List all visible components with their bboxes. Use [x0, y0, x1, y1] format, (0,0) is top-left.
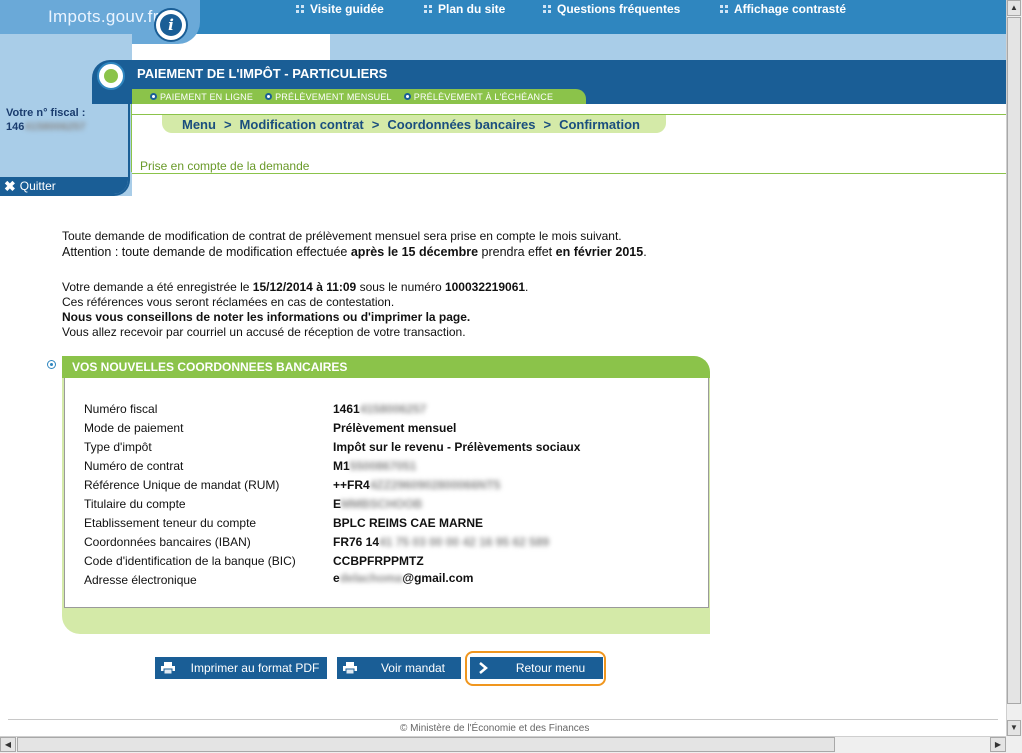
- row-label-rum: Référence Unique de mandat (RUM): [84, 478, 280, 492]
- message-line-3: Votre demande a été enregistrée le 15/12…: [62, 280, 529, 294]
- printer-icon: [161, 661, 175, 675]
- row-value-numero-contrat: M15500867051: [333, 459, 417, 473]
- section-bullet-icon: [47, 360, 56, 369]
- breadcrumb-menu[interactable]: Menu: [182, 117, 216, 132]
- link-questions-frequentes[interactable]: Questions fréquentes: [543, 2, 680, 16]
- content-left-rule: [131, 104, 132, 172]
- message-line-6: Vous allez recevoir par courriel un accu…: [62, 325, 466, 339]
- title-bullet-icon: [97, 62, 125, 90]
- scroll-up-arrow-icon[interactable]: ▲: [1007, 0, 1021, 16]
- scroll-left-arrow-icon[interactable]: ◀: [0, 737, 16, 752]
- vertical-scroll-thumb[interactable]: [1007, 17, 1021, 704]
- dots-icon: [424, 5, 432, 13]
- dots-icon: [720, 5, 728, 13]
- message-line-2: Attention : toute demande de modificatio…: [62, 245, 647, 259]
- row-label-bic: Code d'identification de la banque (BIC): [84, 554, 296, 568]
- link-plan-du-site[interactable]: Plan du site: [424, 2, 505, 16]
- breadcrumb-separator: >: [543, 116, 552, 132]
- breadcrumb: Menu > Modification contrat > Coordonnée…: [162, 115, 666, 133]
- bullet-icon: [403, 93, 411, 100]
- status-line: Prise en compte de la demande: [140, 159, 310, 173]
- link-affichage-contraste[interactable]: Affichage contrasté: [720, 2, 846, 16]
- horizontal-scroll-thumb[interactable]: [17, 737, 835, 752]
- dots-icon: [543, 5, 551, 13]
- row-value-etablissement: BPLC REIMS CAE MARNE: [333, 516, 484, 530]
- back-menu-button-label: Retour menu: [515, 661, 586, 675]
- bank-details-card-title: VOS NOUVELLES COORDONNEES BANCAIRES: [62, 356, 710, 378]
- row-label-iban: Coordonnées bancaires (IBAN): [84, 535, 251, 549]
- info-logo-icon[interactable]: i: [154, 8, 188, 42]
- page-title: PAIEMENT DE L'IMPÔT - PARTICULIERS: [137, 66, 388, 81]
- fiscal-number-value: 1464158006257: [6, 121, 86, 133]
- row-value-mode-paiement: Prélèvement mensuel: [333, 421, 457, 435]
- view-mandate-button[interactable]: Voir mandat: [337, 657, 461, 679]
- link-questions-frequentes-label: Questions fréquentes: [557, 2, 681, 16]
- view-mandate-button-label: Voir mandat: [380, 661, 446, 675]
- bullet-icon: [150, 93, 157, 100]
- row-label-numero-contrat: Numéro de contrat: [84, 459, 184, 473]
- breadcrumb-coordonnees-bancaires[interactable]: Coordonnées bancaires: [387, 117, 535, 132]
- row-label-type-impot: Type d'impôt: [84, 440, 152, 454]
- print-pdf-button-label: Imprimer au format PDF: [190, 661, 320, 675]
- subnav-paiement-en-ligne-label: PAIEMENT EN LIGNE: [160, 91, 254, 102]
- scroll-down-arrow-icon[interactable]: ▼: [1007, 720, 1021, 736]
- row-value-email: edelachoma@gmail.com: [333, 571, 474, 585]
- breadcrumb-separator: >: [371, 116, 380, 132]
- row-value-iban: FR76 1441 75 03 00 00 42 16 95 62 589: [333, 535, 550, 549]
- close-icon: ✖: [4, 177, 16, 194]
- row-value-numero-fiscal: 14614158006257: [333, 402, 427, 416]
- link-visite-guidee[interactable]: Visite guidée: [296, 2, 384, 16]
- row-value-type-impot: Impôt sur le revenu - Prélèvements socia…: [333, 440, 581, 454]
- breadcrumb-modification-contrat[interactable]: Modification contrat: [240, 117, 364, 132]
- back-menu-button[interactable]: Retour menu: [470, 657, 603, 679]
- message-line-5: Nous vous conseillons de noter les infor…: [62, 310, 471, 324]
- subnav-prelevement-mensuel-label: PRÉLÈVEMENT MENSUEL: [275, 91, 392, 102]
- bullet-icon: [265, 93, 273, 100]
- subnav-prelevement-echeance-label: PRÉLÈVEMENT À L'ÉCHÉANCE: [413, 91, 554, 102]
- message-line-1: Toute demande de modification de contrat…: [62, 229, 622, 243]
- site-logo-text[interactable]: Impots.gouv.fr: [48, 7, 159, 27]
- quit-button-label: Quitter: [19, 178, 56, 193]
- link-visite-guidee-label: Visite guidée: [310, 2, 384, 16]
- dots-icon: [296, 5, 304, 13]
- chevron-right-icon: [476, 661, 490, 675]
- status-divider: [132, 173, 1006, 174]
- scroll-right-arrow-icon[interactable]: ▶: [990, 737, 1006, 752]
- breadcrumb-confirmation: Confirmation: [559, 116, 640, 132]
- subnav-prelevement-echeance[interactable]: PRÉLÈVEMENT À L'ÉCHÉANCE: [403, 91, 554, 102]
- quit-button[interactable]: ✖ Quitter: [0, 177, 128, 194]
- row-label-mode-paiement: Mode de paiement: [84, 421, 184, 435]
- row-label-titulaire: Titulaire du compte: [84, 497, 186, 511]
- row-label-email: Adresse électronique: [84, 573, 197, 587]
- row-label-etablissement: Etablissement teneur du compte: [84, 516, 257, 530]
- footer-divider: [8, 719, 998, 720]
- print-pdf-button[interactable]: Imprimer au format PDF: [155, 657, 327, 679]
- row-label-numero-fiscal: Numéro fiscal: [84, 402, 158, 416]
- info-logo-letter: i: [160, 14, 182, 36]
- row-value-titulaire: EMMBSCHOOB: [333, 497, 423, 511]
- printer-icon: [343, 661, 357, 675]
- message-line-4: Ces références vous seront réclamées en …: [62, 295, 395, 309]
- subnav-paiement-en-ligne[interactable]: PAIEMENT EN LIGNE: [150, 92, 253, 102]
- row-value-rum: ++FR44ZZ2960902800066NT5: [333, 478, 501, 492]
- breadcrumb-separator: >: [223, 116, 232, 132]
- scrollbar-corner: [1006, 736, 1022, 753]
- row-value-bic: CCBPFRPPMTZ: [333, 554, 424, 568]
- fiscal-number-label: Votre n° fiscal :: [6, 107, 86, 119]
- link-affichage-contraste-label: Affichage contrasté: [734, 2, 847, 16]
- footer-copyright: © Ministère de l'Économie et des Finance…: [400, 723, 590, 734]
- link-plan-du-site-label: Plan du site: [438, 2, 506, 16]
- sub-navigation: PAIEMENT EN LIGNE PRÉLÈVEMENT MENSUEL PR…: [132, 89, 586, 104]
- subnav-prelevement-mensuel[interactable]: PRÉLÈVEMENT MENSUEL: [265, 92, 392, 102]
